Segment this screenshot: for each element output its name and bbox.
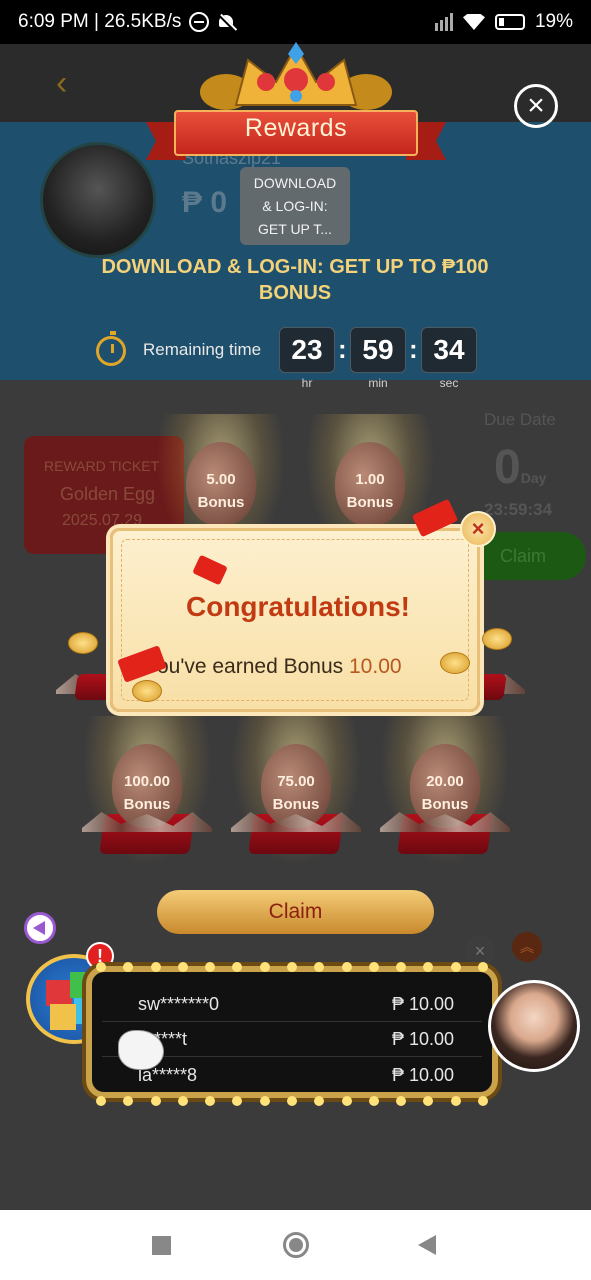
- timer-minutes: 59: [350, 327, 406, 373]
- congrats-message: ou've earned Bonus 10.00: [157, 655, 457, 679]
- signal-icon: [434, 13, 453, 31]
- avatar: [40, 142, 156, 258]
- congrats-title: Congratulations!: [186, 591, 410, 622]
- battery-icon: [494, 14, 525, 30]
- cube-face: [46, 980, 72, 1006]
- coin-icon: [68, 632, 98, 654]
- ticket-name: Golden Egg: [60, 484, 156, 504]
- wifi-icon: [462, 14, 485, 30]
- do-not-disturb-icon: [189, 12, 210, 32]
- promo-headline: DOWNLOAD & LOG-IN: GET UP TO ₱100 BONUS: [101, 256, 489, 304]
- egg-amount: 100.00 Bonus: [102, 770, 192, 816]
- recents-icon[interactable]: [152, 1236, 171, 1255]
- scroll-up-icon[interactable]: ︽: [512, 932, 542, 962]
- winner-amount: ₱ 10.00: [391, 1064, 454, 1085]
- status-bar: 6:09 PM | 26.5KB/s 19%: [0, 0, 591, 44]
- egg-label: Bonus: [421, 796, 469, 813]
- stopwatch-icon: [96, 331, 126, 366]
- timer-unit-min: min: [368, 376, 388, 390]
- egg-value: 20.00: [426, 773, 464, 790]
- coin-icon: [132, 680, 162, 702]
- egg-amount: 1.00 Bonus: [325, 468, 415, 514]
- winner-amount: ₱ 10.00: [391, 1029, 454, 1049]
- due-time: 23:59:34: [484, 500, 553, 519]
- home-icon[interactable]: [283, 1232, 309, 1258]
- battery-level: 19%: [534, 11, 573, 32]
- due-date-label: Due Date: [484, 410, 556, 429]
- golden-egg[interactable]: 20.00 Bonus: [380, 716, 510, 866]
- cube-face: [50, 1004, 76, 1030]
- egg-value: 5.00: [206, 471, 236, 488]
- close-icon[interactable]: ×: [514, 84, 558, 128]
- egg-amount: 20.00 Bonus: [400, 770, 490, 816]
- ticket-label: REWARD TICKET: [44, 458, 160, 474]
- congrats-bonus-value: 10.00: [349, 655, 402, 678]
- winner-amount: ₱ 10.00: [391, 994, 454, 1014]
- collapse-arrow-icon[interactable]: [24, 912, 56, 944]
- due-days: 0Day: [494, 440, 546, 495]
- egg-label: Bonus: [346, 494, 394, 511]
- back-icon[interactable]: [418, 1235, 436, 1255]
- tooltip-line-2: & LOG-IN:: [262, 198, 328, 214]
- timer-separator: :: [409, 334, 418, 364]
- egg-value: 75.00: [277, 773, 315, 790]
- remaining-time-label: Remaining time: [143, 340, 262, 359]
- balance: ₱ 0: [182, 186, 228, 219]
- egg-amount: 75.00 Bonus: [251, 770, 341, 816]
- golden-egg[interactable]: 100.00 Bonus: [82, 716, 212, 866]
- reward-tooltip: DOWNLOAD & LOG-IN: GET UP T...: [240, 167, 350, 245]
- egg-value: 100.00: [124, 773, 170, 790]
- support-agent-avatar[interactable]: [488, 980, 580, 1072]
- claim-button[interactable]: Claim: [157, 890, 434, 934]
- golden-egg[interactable]: 75.00 Bonus: [231, 716, 361, 866]
- timer-seconds: 34: [421, 327, 477, 373]
- status-time: 6:09 PM | 26.5KB/s: [18, 11, 182, 32]
- tooltip-line-1: DOWNLOAD: [253, 175, 337, 191]
- congrats-popup: Congratulations! ou've earned Bonus 10.0…: [110, 528, 480, 712]
- back-arrow-icon: ‹: [56, 64, 68, 102]
- timer-separator: :: [338, 334, 347, 364]
- egg-label: Bonus: [272, 796, 320, 813]
- egg-label: Bonus: [197, 494, 245, 511]
- timer-unit-sec: sec: [439, 376, 459, 390]
- coin-icon: [440, 652, 470, 674]
- due-days-value: 0: [494, 441, 521, 494]
- timer-unit-hr: hr: [301, 376, 313, 390]
- board-lights: [96, 962, 488, 972]
- rewards-title: Rewards: [244, 114, 348, 142]
- egg-label: Bonus: [123, 796, 171, 813]
- pointing-hand-icon: [118, 1030, 164, 1070]
- tooltip-line-3: GET UP T...: [258, 221, 332, 237]
- coin-icon: [482, 628, 512, 650]
- winner-name: sw*******0: [138, 994, 220, 1014]
- crown-icon: [200, 42, 392, 110]
- congrats-message-text: ou've earned Bonus: [157, 655, 344, 678]
- popup-close-icon[interactable]: ×: [460, 511, 496, 547]
- timer-hours: 23: [279, 327, 335, 373]
- egg-amount: 5.00 Bonus: [176, 468, 266, 514]
- table-row: sw*******0 ₱ 10.00: [102, 988, 482, 1022]
- muted-bell-icon: [217, 13, 235, 31]
- egg-value: 1.00: [355, 471, 385, 488]
- board-lights: [96, 1096, 488, 1106]
- due-days-unit: Day: [520, 470, 547, 486]
